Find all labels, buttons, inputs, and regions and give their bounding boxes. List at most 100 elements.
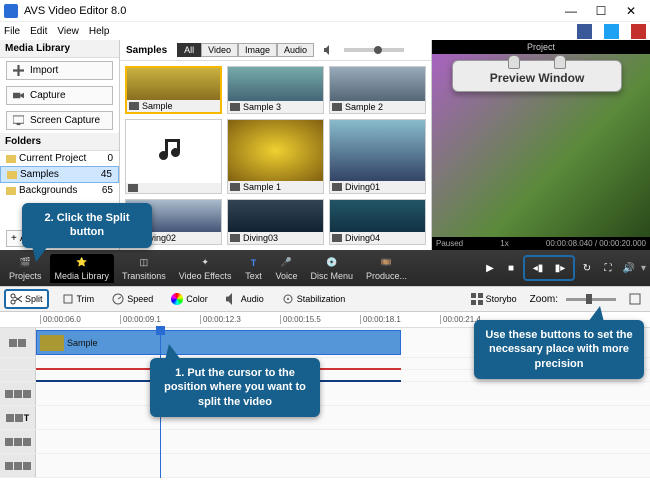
tab-transitions[interactable]: ◫Transitions xyxy=(117,254,171,283)
loop-button[interactable]: ↻ xyxy=(578,259,596,277)
minimize-button[interactable]: — xyxy=(556,4,586,18)
thumb-diving01[interactable]: Diving01 xyxy=(329,119,426,193)
preview-status: Paused xyxy=(436,239,463,248)
speaker-icon xyxy=(23,462,31,470)
zoom-slider[interactable] xyxy=(566,298,616,301)
audio2-track-head[interactable] xyxy=(0,454,36,477)
import-button[interactable]: Import xyxy=(6,61,113,80)
monitor-icon xyxy=(13,115,24,126)
color-button[interactable]: Color xyxy=(166,291,213,307)
callout-split: 2. Click the Split button xyxy=(22,203,152,248)
storyboard-button[interactable]: Storybo xyxy=(466,291,522,307)
preview-window-overlay: Preview Window xyxy=(452,60,622,92)
tab-text[interactable]: TText xyxy=(239,254,267,283)
fx-track-head[interactable] xyxy=(0,358,36,369)
titlebar: AVS Video Editor 8.0 — ☐ ✕ xyxy=(0,0,650,22)
thumb-audio[interactable] xyxy=(125,119,222,193)
video-icon xyxy=(332,234,342,242)
eye-icon xyxy=(6,414,14,422)
mute-button[interactable]: 🔊 xyxy=(620,259,638,277)
video-icon xyxy=(230,234,240,242)
menu-view[interactable]: View xyxy=(57,26,79,37)
capture-button[interactable]: Capture xyxy=(6,86,113,105)
thumb-sample2[interactable]: Sample 2 xyxy=(329,66,426,114)
video-icon xyxy=(230,183,240,191)
overlay-track-head[interactable] xyxy=(0,382,36,405)
folder-backgrounds[interactable]: Backgrounds 65 xyxy=(0,183,119,198)
filter-all[interactable]: All xyxy=(177,43,201,57)
music-note-icon xyxy=(159,136,189,166)
samples-panel: Samples All Video Image Audio Sample Sam… xyxy=(120,40,432,250)
samples-title: Samples xyxy=(126,45,167,56)
fit-icon xyxy=(629,293,641,305)
thumb-diving04[interactable]: Diving04 xyxy=(329,199,426,245)
menu-help[interactable]: Help xyxy=(89,26,110,37)
close-button[interactable]: ✕ xyxy=(616,4,646,18)
lock-icon xyxy=(14,462,22,470)
speed-button[interactable]: Speed xyxy=(107,291,158,307)
grid-icon xyxy=(471,293,483,305)
folder-icon xyxy=(6,187,16,195)
thumb-sample1[interactable]: Sample 1 xyxy=(227,119,324,193)
preview-speed: 1x xyxy=(500,239,508,248)
video-icon xyxy=(230,103,240,111)
preview-header: Project xyxy=(432,40,650,54)
fullscreen-button[interactable]: ⛶ xyxy=(599,259,617,277)
play-button[interactable]: ▶ xyxy=(481,259,499,277)
audio-button[interactable]: Audio xyxy=(221,291,269,307)
youtube-icon[interactable] xyxy=(631,24,646,39)
screen-capture-button[interactable]: Screen Capture xyxy=(6,111,113,130)
window-title: AVS Video Editor 8.0 xyxy=(24,5,556,17)
video-icon xyxy=(332,103,342,111)
prev-frame-button[interactable]: ◂▮ xyxy=(529,259,547,277)
callout-precision: Use these buttons to set the necessary p… xyxy=(474,320,644,379)
audio1-track-head[interactable] xyxy=(0,430,36,453)
volume-slider[interactable] xyxy=(344,48,404,52)
tab-video-effects[interactable]: ✦Video Effects xyxy=(174,254,237,283)
trim-button[interactable]: Trim xyxy=(57,291,100,307)
lock-icon xyxy=(14,438,22,446)
thumb-sample3[interactable]: Sample 3 xyxy=(227,66,324,114)
stop-button[interactable]: ■ xyxy=(502,259,520,277)
volume-icon xyxy=(324,45,334,55)
folder-samples[interactable]: Samples 45 xyxy=(0,166,119,183)
thumb-diving03[interactable]: Diving03 xyxy=(227,199,324,245)
tab-voice[interactable]: 🎤Voice xyxy=(270,254,302,283)
text-overlay-track-head[interactable]: T xyxy=(0,406,36,429)
menu-edit[interactable]: Edit xyxy=(30,26,47,37)
filter-audio[interactable]: Audio xyxy=(277,43,314,57)
next-frame-button[interactable]: ▮▸ xyxy=(551,259,569,277)
plus-icon xyxy=(13,65,24,76)
lock-icon xyxy=(15,414,23,422)
facebook-icon[interactable] xyxy=(577,24,592,39)
video-track-head[interactable] xyxy=(0,328,36,357)
thumb-sample[interactable]: Sample xyxy=(125,66,222,114)
tab-media-library[interactable]: ⭐Media Library xyxy=(50,254,115,283)
folder-icon xyxy=(7,171,17,179)
preview-timecode: 00:00:08.040 / 00:00:20.000 xyxy=(546,239,646,248)
stabilization-button[interactable]: Stabilization xyxy=(277,291,351,307)
eye-icon xyxy=(5,390,13,398)
zoom-label: Zoom: xyxy=(530,294,558,305)
tab-produce[interactable]: 🎞️Produce... xyxy=(361,254,412,283)
text-track-head[interactable] xyxy=(0,370,36,381)
eye-icon xyxy=(5,438,13,446)
eye-icon xyxy=(5,462,13,470)
folder-icon xyxy=(6,155,16,163)
folder-current-project[interactable]: Current Project 0 xyxy=(0,151,119,166)
filter-image[interactable]: Image xyxy=(238,43,277,57)
trim-icon xyxy=(62,293,74,305)
filter-video[interactable]: Video xyxy=(201,43,238,57)
fit-button[interactable] xyxy=(624,291,646,307)
tab-disc-menu[interactable]: 💿Disc Menu xyxy=(305,254,358,283)
video-clip[interactable]: Sample xyxy=(36,330,401,355)
gauge-icon xyxy=(112,293,124,305)
split-button[interactable]: Split xyxy=(4,289,49,309)
twitter-icon[interactable] xyxy=(604,24,619,39)
media-library-header: Media Library xyxy=(0,40,119,58)
menu-file[interactable]: File xyxy=(4,26,20,37)
video-icon xyxy=(129,102,139,110)
color-wheel-icon xyxy=(171,293,183,305)
frame-step-group: ◂▮ ▮▸ xyxy=(523,255,575,281)
maximize-button[interactable]: ☐ xyxy=(586,4,616,18)
